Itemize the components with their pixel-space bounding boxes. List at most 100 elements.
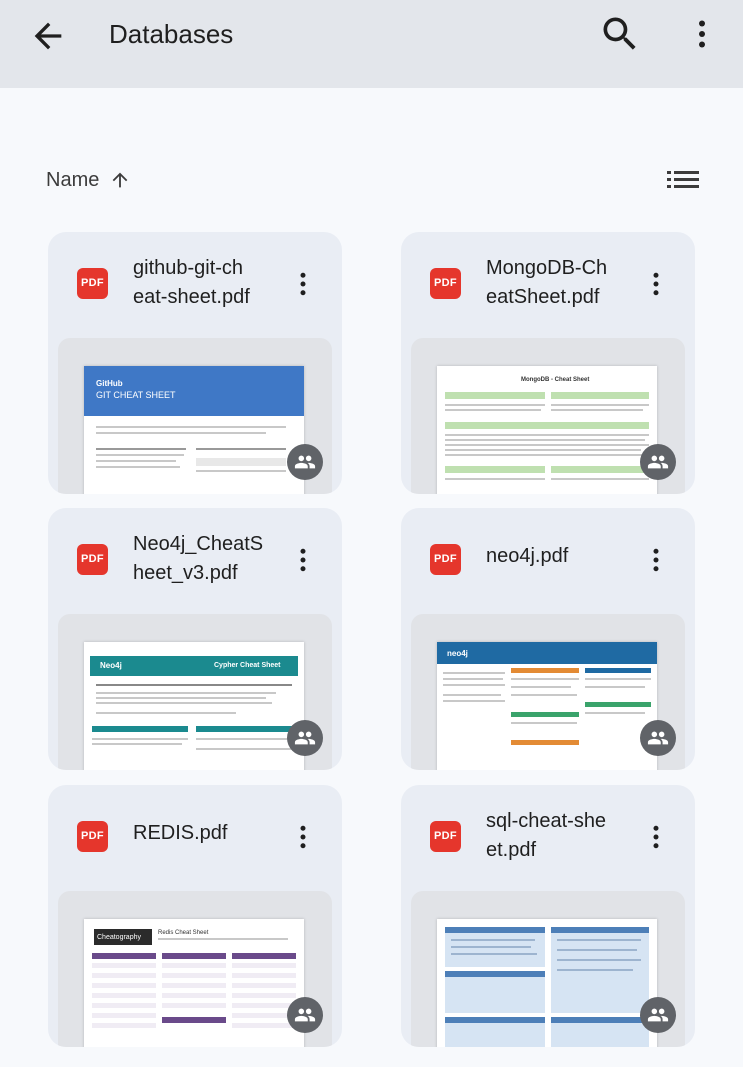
- pdf-icon: PDF: [430, 268, 461, 299]
- section-header: [551, 392, 649, 399]
- text-line: [96, 460, 176, 462]
- table-rows: [92, 963, 156, 1033]
- file-more-button[interactable]: [288, 542, 318, 578]
- section-header: [162, 1017, 226, 1023]
- text-line: [96, 466, 180, 468]
- file-name: neo4j.pdf: [486, 545, 569, 567]
- text-line: [96, 684, 292, 686]
- table-rows: [162, 963, 226, 1013]
- text-line: [96, 432, 266, 434]
- section-header: [511, 740, 579, 745]
- shared-badge: [287, 444, 323, 480]
- section-header: [445, 466, 545, 473]
- text-line: [96, 454, 184, 456]
- text-line: [557, 969, 633, 971]
- text-line: [585, 686, 645, 688]
- thumbnail-title: Neo4j: [100, 661, 122, 670]
- section-header: [92, 726, 188, 732]
- text-line: [445, 439, 645, 441]
- section-header: [511, 712, 579, 717]
- file-more-button[interactable]: [288, 819, 318, 855]
- section-body: [445, 977, 545, 1013]
- people-icon: [647, 731, 669, 745]
- arrow-upward-icon: [113, 172, 128, 188]
- thumbnail-page: Neo4j Cypher Cheat Sheet: [84, 642, 304, 770]
- more-vert-icon: [653, 548, 659, 572]
- file-card[interactable]: PDF MongoDB-Ch eatSheet.pdf MongoDB - Ch…: [401, 232, 695, 494]
- file-card[interactable]: PDF Neo4j_CheatS heet_v3.pdf Neo4j Cyphe…: [48, 508, 342, 770]
- file-card[interactable]: PDF sql-cheat-she et.pdf: [401, 785, 695, 1047]
- list-view-icon: [667, 171, 699, 188]
- shared-badge: [640, 720, 676, 756]
- thumbnail-title: GitHub: [96, 379, 123, 388]
- app-bar: Databases: [0, 0, 743, 88]
- text-line: [551, 478, 649, 480]
- more-vert-icon: [300, 548, 306, 572]
- text-line: [585, 712, 645, 714]
- text-line: [451, 946, 531, 948]
- text-line: [445, 444, 649, 446]
- text-line: [196, 748, 292, 750]
- people-icon: [647, 1008, 669, 1022]
- thumbnail-title: MongoDB - Cheat Sheet: [521, 377, 590, 383]
- more-vert-icon: [300, 272, 306, 296]
- thumbnail-title: neo4j: [447, 649, 468, 658]
- back-button[interactable]: [28, 16, 68, 56]
- shared-badge: [287, 720, 323, 756]
- text-line: [557, 959, 641, 961]
- people-icon: [647, 455, 669, 469]
- sort-label: Name: [46, 168, 100, 191]
- file-more-button[interactable]: [641, 266, 671, 302]
- text-line: [557, 939, 641, 941]
- sort-by-name-button[interactable]: Name: [46, 160, 131, 200]
- text-line: [511, 678, 579, 680]
- section-header: [196, 726, 296, 732]
- text-line: [196, 470, 286, 472]
- text-line: [443, 684, 505, 686]
- text-line: [92, 738, 188, 740]
- file-more-button[interactable]: [641, 819, 671, 855]
- file-name: REDIS.pdf: [133, 822, 228, 844]
- more-vert-icon: [300, 825, 306, 849]
- more-vert-icon: [653, 272, 659, 296]
- file-more-button[interactable]: [641, 542, 671, 578]
- text-line: [196, 458, 286, 466]
- text-line: [445, 454, 649, 456]
- more-options-button[interactable]: [684, 12, 720, 56]
- file-more-button[interactable]: [288, 266, 318, 302]
- page-title: Databases: [109, 19, 234, 49]
- text-line: [445, 478, 545, 480]
- thumbnail-page: neo4j: [437, 642, 657, 770]
- section-header: [445, 392, 545, 399]
- thumbnail-page: GitHub GIT CHEAT SHEET: [84, 366, 304, 494]
- section-header: [232, 953, 296, 959]
- people-icon: [294, 455, 316, 469]
- text-line: [96, 702, 272, 704]
- text-line: [511, 694, 577, 696]
- pdf-icon: PDF: [430, 821, 461, 852]
- section-header: [162, 953, 226, 959]
- file-card[interactable]: PDF neo4j.pdf neo4j: [401, 508, 695, 770]
- file-card[interactable]: PDF github-git-ch eat-sheet.pdf GitHub G…: [48, 232, 342, 494]
- search-button[interactable]: [598, 12, 642, 56]
- thumbnail-subtitle: Redis Cheat Sheet: [158, 930, 209, 936]
- pdf-icon: PDF: [77, 544, 108, 575]
- thumbnail-page: [437, 919, 657, 1047]
- file-card[interactable]: PDF REDIS.pdf Cheatography Redis Cheat S…: [48, 785, 342, 1047]
- text-line: [196, 738, 296, 740]
- section-header: [585, 702, 651, 707]
- arrow-back-icon: [34, 22, 62, 50]
- file-name: github-git-ch eat-sheet.pdf: [133, 257, 250, 308]
- section-body: [551, 1023, 649, 1047]
- shared-badge: [640, 444, 676, 480]
- list-view-button[interactable]: [664, 164, 702, 196]
- text-line: [451, 953, 537, 955]
- text-line: [585, 678, 651, 680]
- shared-badge: [287, 997, 323, 1033]
- text-line: [96, 448, 186, 450]
- text-line: [445, 449, 641, 451]
- people-icon: [294, 1008, 316, 1022]
- section-body: [445, 1023, 545, 1047]
- section-header: [585, 668, 651, 673]
- more-vert-icon: [699, 20, 705, 48]
